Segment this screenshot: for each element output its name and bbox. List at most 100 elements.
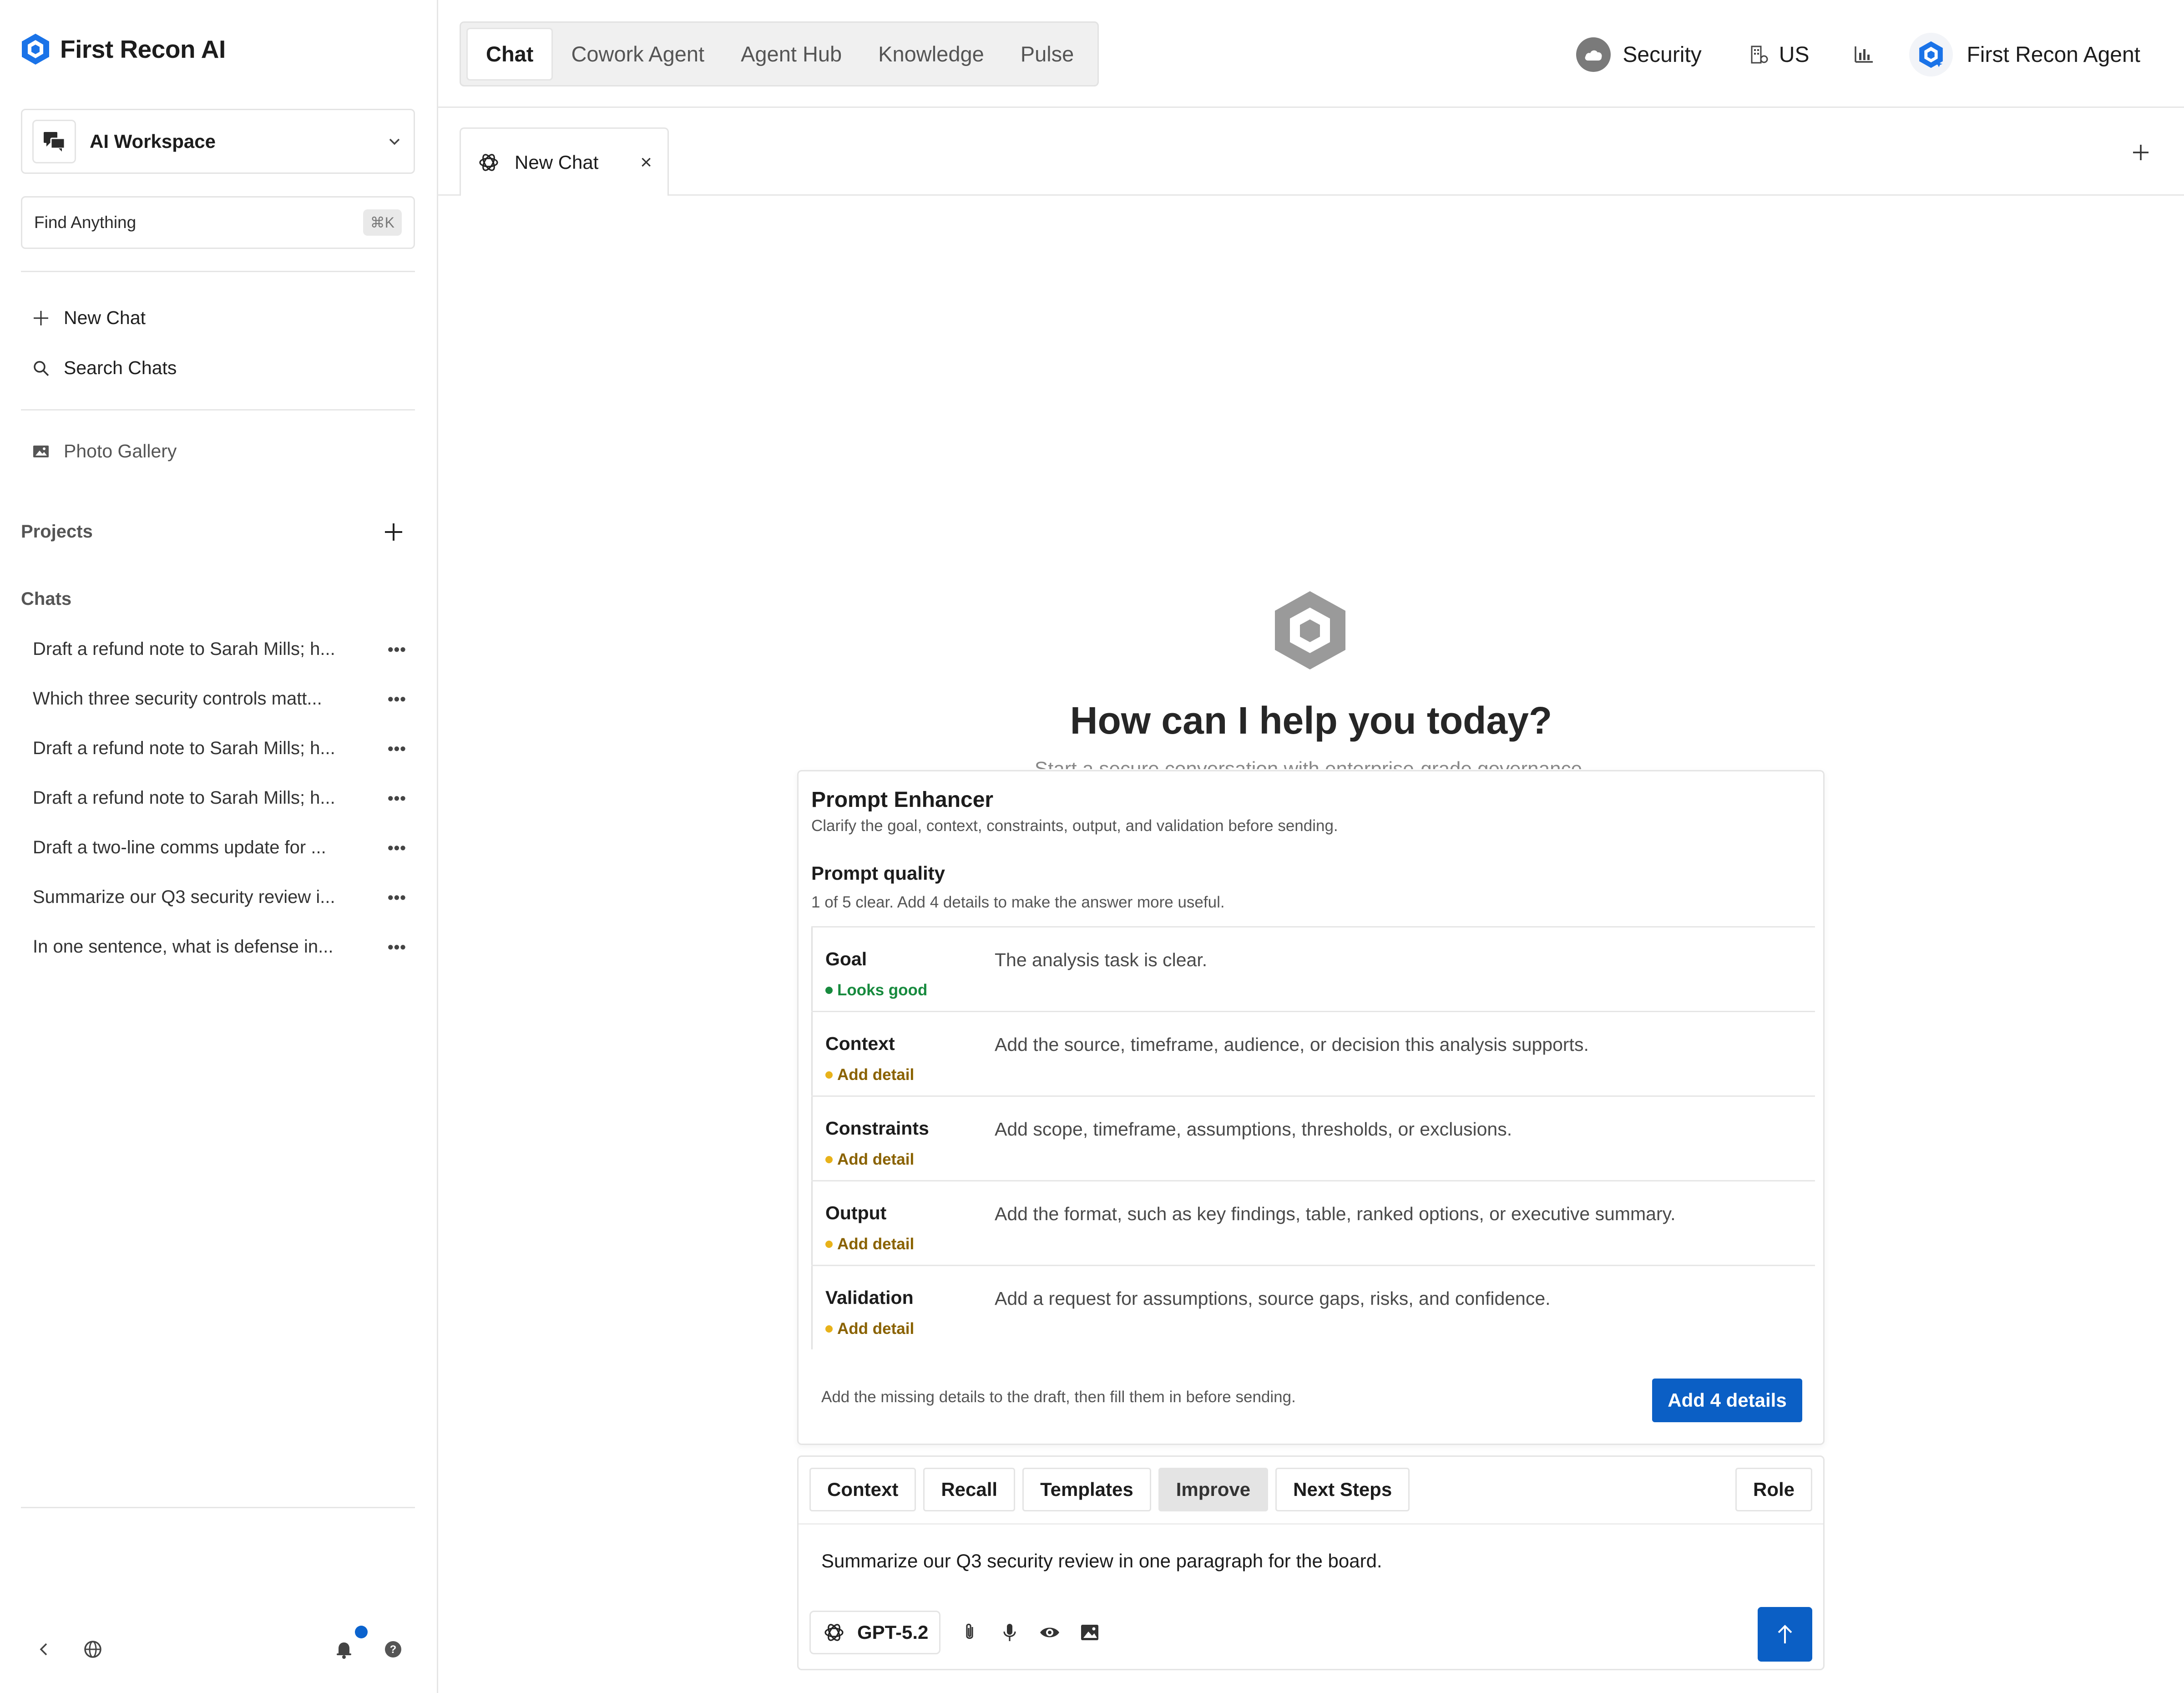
more-options-icon[interactable]: •••	[388, 689, 406, 709]
chat-list-item[interactable]: In one sentence, what is defense in... •…	[33, 937, 410, 957]
criterion-row-output: Output Add detail Add the format, such a…	[811, 1181, 1815, 1265]
criterion-description: The analysis task is clear.	[995, 949, 1208, 970]
workspace-label: AI Workspace	[90, 130, 216, 152]
chat-title: Summarize our Q3 security review i...	[33, 887, 335, 907]
tab-chat[interactable]: Chat	[466, 27, 553, 81]
add-project-icon[interactable]	[382, 521, 405, 543]
chat-list-item[interactable]: Draft a refund note to Sarah Mills; h...…	[33, 738, 410, 759]
search-icon	[34, 360, 49, 376]
chat-list-item[interactable]: Which three security controls matt... ••…	[33, 689, 410, 709]
chat-list-item[interactable]: Summarize our Q3 security review i... ••…	[33, 887, 410, 907]
app-name: First Recon AI	[60, 35, 226, 63]
openai-icon	[824, 1624, 844, 1641]
composer-tab-context[interactable]: Context	[809, 1468, 916, 1511]
chat-tab-label: New Chat	[515, 151, 599, 173]
prompt-enhancer-panel: Prompt Enhancer Clarify the goal, contex…	[797, 770, 1825, 1445]
sidebar-divider	[21, 271, 415, 272]
criterion-status[interactable]: Add detail	[825, 1151, 914, 1169]
agent-button[interactable]: First Recon Agent	[1909, 33, 2140, 76]
workspace-switcher[interactable]: AI Workspace	[21, 109, 415, 174]
new-chat-button[interactable]: New Chat	[32, 307, 146, 329]
collapse-sidebar-icon[interactable]	[33, 1638, 55, 1660]
composer-tab-templates[interactable]: Templates	[1022, 1468, 1151, 1511]
app-logo[interactable]: First Recon AI	[21, 33, 226, 66]
model-selector[interactable]: GPT-5.2	[809, 1611, 941, 1654]
image-icon[interactable]	[1079, 1622, 1101, 1643]
main-tabs: Chat Cowork Agent Agent Hub Knowledge Pu…	[460, 21, 1099, 86]
criterion-label: Output	[825, 1202, 887, 1223]
bell-icon[interactable]	[333, 1638, 355, 1660]
microphone-icon[interactable]	[999, 1622, 1021, 1643]
more-options-icon[interactable]: •••	[388, 938, 406, 957]
tab-knowledge[interactable]: Knowledge	[860, 28, 1002, 81]
composer-divider	[799, 1523, 1823, 1525]
more-options-icon[interactable]: •••	[388, 888, 406, 907]
criterion-description: Add scope, timeframe, assumptions, thres…	[995, 1119, 1512, 1140]
plus-icon	[34, 310, 48, 325]
cloud-icon	[1576, 37, 1611, 72]
search-chats-label: Search Chats	[64, 357, 177, 378]
find-anything-input[interactable]: Find Anything ⌘K	[21, 196, 415, 249]
composer-tab-improve[interactable]: Improve	[1158, 1468, 1269, 1511]
criterion-status[interactable]: Add detail	[825, 1320, 914, 1338]
projects-title: Projects	[21, 522, 93, 542]
region-label: US	[1779, 42, 1810, 67]
security-button[interactable]: Security	[1576, 37, 1702, 72]
sidebar-divider	[21, 409, 415, 411]
globe-icon[interactable]	[82, 1638, 104, 1660]
close-tab-icon[interactable]: ×	[640, 151, 652, 174]
analytics-icon[interactable]	[1853, 45, 1875, 65]
status-dot-icon	[825, 987, 833, 994]
notification-badge	[355, 1626, 368, 1638]
chevron-down-icon	[389, 138, 400, 145]
more-options-icon[interactable]: •••	[388, 838, 406, 857]
composer-tab-next-steps[interactable]: Next Steps	[1275, 1468, 1410, 1511]
more-options-icon[interactable]: •••	[388, 739, 406, 758]
chat-list-item[interactable]: Draft a refund note to Sarah Mills; h...…	[33, 788, 410, 808]
photo-gallery-link[interactable]: Photo Gallery	[32, 441, 177, 462]
tab-agent-hub[interactable]: Agent Hub	[723, 28, 860, 81]
paperclip-icon[interactable]	[959, 1622, 981, 1643]
criterion-label: Constraints	[825, 1118, 929, 1139]
add-details-button[interactable]: Add 4 details	[1652, 1379, 1802, 1422]
message-input[interactable]: Summarize our Q3 security review in one …	[821, 1550, 1382, 1572]
app-logo-icon	[22, 34, 49, 65]
search-chats-button[interactable]: Search Chats	[32, 357, 177, 379]
chat-title: Draft a two-line comms update for ...	[33, 837, 326, 857]
status-dot-icon	[825, 1325, 833, 1333]
composer-tab-recall[interactable]: Recall	[923, 1468, 1016, 1511]
role-button[interactable]: Role	[1735, 1468, 1812, 1511]
tab-cowork-agent[interactable]: Cowork Agent	[553, 28, 723, 81]
status-dot-icon	[825, 1071, 833, 1079]
chat-title: Draft a refund note to Sarah Mills; h...	[33, 738, 335, 758]
chat-list-item[interactable]: Draft a two-line comms update for ... ••…	[33, 837, 410, 858]
send-button[interactable]	[1758, 1607, 1812, 1662]
criterion-status-label: Looks good	[837, 981, 928, 999]
hero-subtitle: Start a secure conversation with enterpr…	[1034, 758, 1588, 769]
composer: Context Recall Templates Improve Next St…	[797, 1455, 1825, 1670]
prompt-enhancer-subtitle: Clarify the goal, context, constraints, …	[811, 817, 1338, 835]
chat-title: Draft a refund note to Sarah Mills; h...	[33, 788, 335, 808]
agent-label: First Recon Agent	[1967, 42, 2140, 67]
chat-tab-new-chat[interactable]: New Chat ×	[460, 127, 669, 196]
criterion-status[interactable]: Add detail	[825, 1066, 914, 1084]
chats-title: Chats	[21, 589, 72, 609]
criterion-status[interactable]: Add detail	[825, 1235, 914, 1253]
region-button[interactable]: US	[1749, 42, 1810, 67]
new-tab-icon[interactable]	[2129, 141, 2152, 164]
find-anything-label: Find Anything	[34, 213, 136, 232]
prompt-enhancer-title: Prompt Enhancer	[811, 788, 994, 812]
tab-pulse[interactable]: Pulse	[1002, 28, 1092, 81]
chat-title: Which three security controls matt...	[33, 689, 322, 709]
chat-title: In one sentence, what is defense in...	[33, 937, 334, 957]
prompt-quality-summary: 1 of 5 clear. Add 4 details to make the …	[811, 893, 1225, 911]
help-icon[interactable]: ?	[382, 1638, 404, 1660]
eye-icon[interactable]	[1039, 1622, 1061, 1643]
more-options-icon[interactable]: •••	[388, 640, 406, 659]
criterion-status-label: Add detail	[837, 1320, 915, 1338]
status-dot-icon	[825, 1156, 833, 1163]
criterion-status-label: Add detail	[837, 1235, 915, 1253]
chat-list-item[interactable]: Draft a refund note to Sarah Mills; h...…	[33, 639, 410, 659]
openai-icon	[479, 153, 498, 171]
more-options-icon[interactable]: •••	[388, 789, 406, 808]
